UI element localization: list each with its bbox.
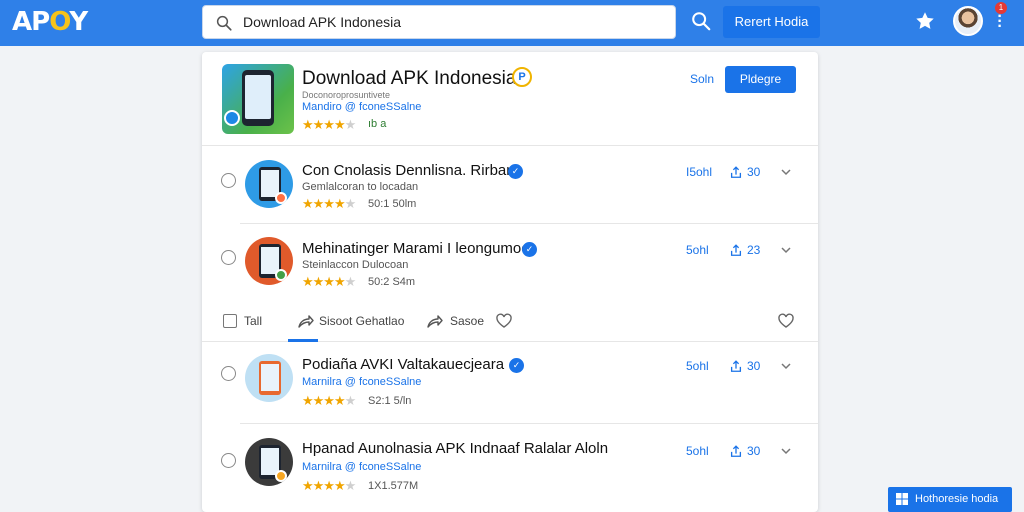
featured-app[interactable]: Download APK Indonesia P Doconoroprosunt… xyxy=(202,52,818,146)
chevron-down-icon[interactable] xyxy=(780,360,792,372)
result-link[interactable]: 5ohl xyxy=(686,359,709,373)
phone-illustration xyxy=(242,70,274,126)
favorite-heart-icon[interactable] xyxy=(777,312,795,330)
share-icon[interactable] xyxy=(729,165,743,179)
result-subtitle: Gemlalcoran to locadan xyxy=(302,181,419,193)
select-all-checkbox[interactable] xyxy=(223,314,237,328)
chevron-down-icon[interactable] xyxy=(780,445,792,457)
results-card: Download APK Indonesia P Doconoroprosunt… xyxy=(202,52,818,512)
verified-icon xyxy=(224,110,240,126)
rating-half-star: ★ xyxy=(344,274,357,289)
result-row[interactable]: Mehinatinger Marami I leongumoor ✓ Stein… xyxy=(202,224,818,302)
result-title[interactable]: Con Cnolasis Dennlisna. Rirbant xyxy=(302,162,519,179)
action-bar: Tall Sisoot Gehatlao Sasoe xyxy=(202,302,818,342)
rating-stars: ★★★★ xyxy=(302,196,346,211)
featured-app-title[interactable]: Download APK Indonesia xyxy=(302,68,516,90)
search-icon xyxy=(216,15,232,31)
logo-suffix: Y xyxy=(69,7,88,37)
featured-app-thumbnail[interactable] xyxy=(222,64,294,134)
rating-stars: ★★★★ xyxy=(302,393,346,408)
result-rating: ★★★★★ xyxy=(302,393,357,409)
featured-app-rating: ★★★★★ xyxy=(302,117,357,133)
rating-half-star: ★ xyxy=(344,393,357,408)
more-options-icon[interactable]: · · · xyxy=(996,9,1004,35)
result-title[interactable]: Hpanad Aunolnasia APK Indnaaf Ralalar Al… xyxy=(302,440,608,457)
result-thumbnail[interactable] xyxy=(245,160,293,208)
result-count: 23 xyxy=(747,243,761,257)
search-submit-icon[interactable] xyxy=(690,10,712,32)
result-radio[interactable] xyxy=(221,173,236,188)
heart-icon[interactable] xyxy=(495,312,513,330)
search-input[interactable]: Download APK Indonesia xyxy=(202,5,676,39)
share-arrow-icon[interactable] xyxy=(297,312,315,330)
featured-app-button[interactable]: Pldegre xyxy=(725,66,796,93)
result-rating: ★★★★★ xyxy=(302,478,357,494)
result-row[interactable]: Hpanad Aunolnasia APK Indnaaf Ralalar Al… xyxy=(202,424,818,508)
result-link[interactable]: I5ohl xyxy=(686,165,712,179)
windows-icon xyxy=(896,493,908,505)
header-cta-button[interactable]: Rerert Hodia xyxy=(723,6,820,38)
result-mini-icon xyxy=(275,269,287,281)
result-title[interactable]: Podiaña AVKI Valtakauecjeara xyxy=(302,356,504,373)
rating-stars: ★★★★ xyxy=(302,478,346,493)
app-illustration xyxy=(259,361,281,395)
result-row[interactable]: Con Cnolasis Dennlisna. Rirbant ✓ Gemlal… xyxy=(202,146,818,224)
floating-action-button[interactable]: Hothoresie hodia xyxy=(888,487,1012,512)
result-subtitle[interactable]: Marnilra @ fconeSSalne xyxy=(302,461,421,473)
result-thumbnail[interactable] xyxy=(245,237,293,285)
result-thumbnail[interactable] xyxy=(245,438,293,486)
result-title[interactable]: Mehinatinger Marami I leongumoor xyxy=(302,240,535,257)
featured-app-meta: ıb a xyxy=(368,118,387,130)
result-radio[interactable] xyxy=(221,250,236,265)
result-size: 1X1.577M xyxy=(368,480,419,492)
search-query: Download APK Indonesia xyxy=(243,14,401,30)
result-size: 50:1 50lm xyxy=(368,198,417,210)
verified-icon: ✓ xyxy=(522,242,537,257)
save-icon[interactable] xyxy=(426,312,444,330)
featured-app-developer[interactable]: Mandiro @ fconeSSalne xyxy=(302,101,421,113)
result-radio[interactable] xyxy=(221,366,236,381)
share-icon[interactable] xyxy=(729,243,743,257)
floating-button-label: Hothoresie hodia xyxy=(915,493,999,505)
result-count: 30 xyxy=(747,444,761,458)
featured-app-link[interactable]: Soln xyxy=(690,72,714,86)
logo-o: O xyxy=(49,7,70,37)
chevron-down-icon[interactable] xyxy=(780,244,792,256)
result-row[interactable]: Podiaña AVKI Valtakauecjeara ✓ Marnilra … xyxy=(202,342,818,424)
share-action-label[interactable]: Sisoot Gehatlao xyxy=(319,314,404,328)
result-rating: ★★★★★ xyxy=(302,274,357,290)
share-icon[interactable] xyxy=(729,359,743,373)
result-rating: ★★★★★ xyxy=(302,196,357,212)
featured-app-subtitle: Doconoroprosuntivete xyxy=(302,90,391,100)
rating-stars: ★★★★ xyxy=(302,117,346,132)
share-icon[interactable] xyxy=(729,444,743,458)
favorites-star-icon[interactable] xyxy=(914,10,936,32)
result-size: S2:1 5/ln xyxy=(368,395,412,407)
result-size: 50:2 S4m xyxy=(368,276,416,288)
result-thumbnail[interactable] xyxy=(245,354,293,402)
verified-icon: ✓ xyxy=(509,358,524,373)
result-count: 30 xyxy=(747,165,761,179)
rating-stars: ★★★★ xyxy=(302,274,346,289)
verified-icon: ✓ xyxy=(508,164,523,179)
result-link[interactable]: 5ohl xyxy=(686,444,709,458)
featured-badge-icon: P xyxy=(512,67,532,87)
user-avatar[interactable] xyxy=(953,6,983,36)
select-all-label: Tall xyxy=(244,314,263,328)
rating-half-star: ★ xyxy=(344,196,357,211)
result-mini-icon xyxy=(275,192,287,204)
rating-half-star: ★ xyxy=(344,117,357,132)
result-radio[interactable] xyxy=(221,453,236,468)
app-logo[interactable]: APOY xyxy=(12,7,88,37)
result-mini-icon xyxy=(275,470,287,482)
result-count: 30 xyxy=(747,359,761,373)
save-action-label[interactable]: Sasoe xyxy=(450,314,484,328)
rating-half-star: ★ xyxy=(344,478,357,493)
result-subtitle[interactable]: Marnilra @ fconeSSalne xyxy=(302,376,421,388)
result-link[interactable]: 5ohl xyxy=(686,243,709,257)
top-app-bar: APOY Download APK Indonesia Rerert Hodia… xyxy=(0,0,1024,46)
chevron-down-icon[interactable] xyxy=(780,166,792,178)
result-subtitle: Steinlaccon Dulocoan xyxy=(302,259,409,271)
logo-prefix: AP xyxy=(12,7,50,37)
